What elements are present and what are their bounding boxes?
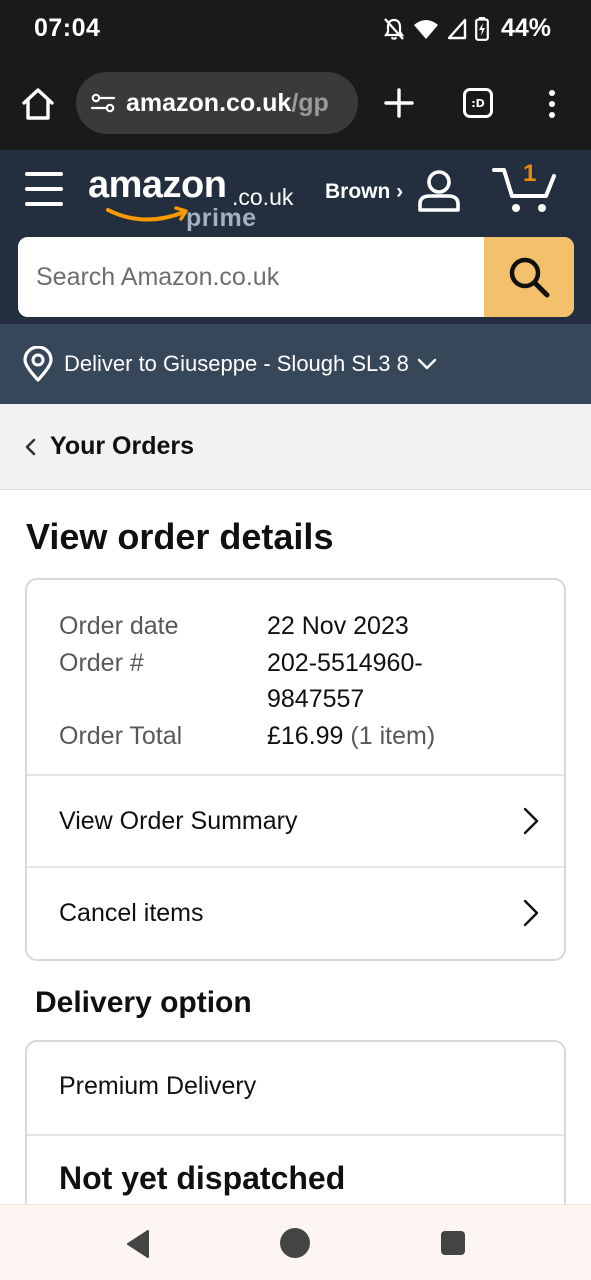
breadcrumb[interactable]: Your Orders [0, 404, 591, 490]
order-total-amount: £16.99 [267, 721, 344, 750]
order-total-label: Order Total [59, 721, 183, 750]
battery-percentage: 44% [500, 14, 551, 42]
logo-prime: prime [186, 204, 257, 232]
search-input[interactable] [18, 237, 484, 317]
order-date-label: Order date [59, 612, 179, 640]
browser-toolbar: amazon.co.uk/gp :D [0, 60, 591, 150]
url-text: amazon.co.uk/gp [126, 89, 329, 118]
order-item-count: (1 item) [350, 721, 436, 750]
amazon-header: amazon .co.uk prime Brown › 1 [0, 150, 591, 324]
view-order-summary-link[interactable]: View Order Summary [27, 774, 564, 866]
deliver-to-bar[interactable]: Deliver to Giuseppe - Slough SL3 8 [0, 324, 591, 404]
page-title: View order details [26, 516, 334, 557]
order-info-card: Order date 22 Nov 2023 Order # 202-55149… [25, 578, 566, 961]
order-date-value: 22 Nov 2023 [267, 612, 409, 640]
bell-off-icon [383, 17, 405, 40]
url-bar[interactable]: amazon.co.uk/gp [76, 72, 358, 134]
location-pin-icon [23, 346, 53, 382]
kebab-menu-icon[interactable] [540, 86, 564, 122]
delivery-status: Not yet dispatched [59, 1160, 346, 1196]
home-icon[interactable] [20, 86, 56, 122]
status-time: 07:04 [34, 14, 101, 42]
search-bar [18, 237, 574, 317]
order-total-value: £16.99 (1 item) [267, 718, 435, 755]
chevron-down-icon [417, 358, 437, 370]
order-number-line2: 9847557 [267, 685, 365, 713]
order-number-row: Order # 202-5514960- 9847557 [59, 645, 539, 718]
order-number-label: Order # [59, 648, 144, 677]
order-date-row: Order date 22 Nov 2023 [59, 608, 539, 645]
status-icons: 44% [383, 14, 551, 43]
order-total-row: Order Total £16.99 (1 item) [59, 718, 539, 755]
divider [27, 1134, 564, 1136]
recents-icon[interactable] [441, 1231, 465, 1255]
wifi-icon [413, 19, 438, 39]
url-domain: amazon.co.uk [126, 88, 292, 117]
cancel-items-link[interactable]: Cancel items [27, 866, 564, 958]
smile-arrow-icon [106, 206, 188, 222]
url-path: /gp [291, 88, 329, 117]
battery-charging-icon [475, 16, 489, 41]
hamburger-menu-icon[interactable] [25, 172, 63, 206]
delivery-option-heading: Delivery option [35, 986, 252, 1019]
search-icon [509, 257, 550, 298]
account-icon[interactable] [416, 168, 462, 214]
order-number-line1: 202-5514960- [267, 648, 423, 677]
view-order-summary-label: View Order Summary [59, 806, 298, 835]
breadcrumb-your-orders[interactable]: Your Orders [50, 432, 194, 461]
android-nav-bar [0, 1204, 591, 1280]
deliver-to-text: Deliver to Giuseppe - Slough SL3 8 [64, 351, 409, 376]
account-name[interactable]: Brown › [325, 180, 403, 204]
chevron-right-icon [523, 807, 539, 835]
back-icon[interactable] [124, 1229, 152, 1259]
cancel-items-label: Cancel items [59, 898, 204, 927]
chevron-right-icon [523, 899, 539, 927]
status-bar: 07:04 44% [0, 0, 591, 60]
site-settings-icon[interactable] [90, 90, 116, 116]
search-button[interactable] [484, 237, 574, 317]
cell-signal-icon [447, 18, 467, 39]
logo-word: amazon [88, 164, 227, 206]
delivery-method: Premium Delivery [59, 1072, 257, 1100]
tabs-icon[interactable]: :D [463, 88, 493, 118]
order-number-value: 202-5514960- 9847557 [267, 645, 423, 718]
cart-count: 1 [523, 160, 537, 187]
order-details: Order date 22 Nov 2023 Order # 202-55149… [59, 608, 539, 754]
chevron-left-icon [25, 438, 36, 455]
plus-icon[interactable] [384, 88, 414, 118]
amazon-prime-logo[interactable]: amazon .co.uk prime [86, 160, 301, 232]
home-nav-icon[interactable] [280, 1228, 310, 1258]
